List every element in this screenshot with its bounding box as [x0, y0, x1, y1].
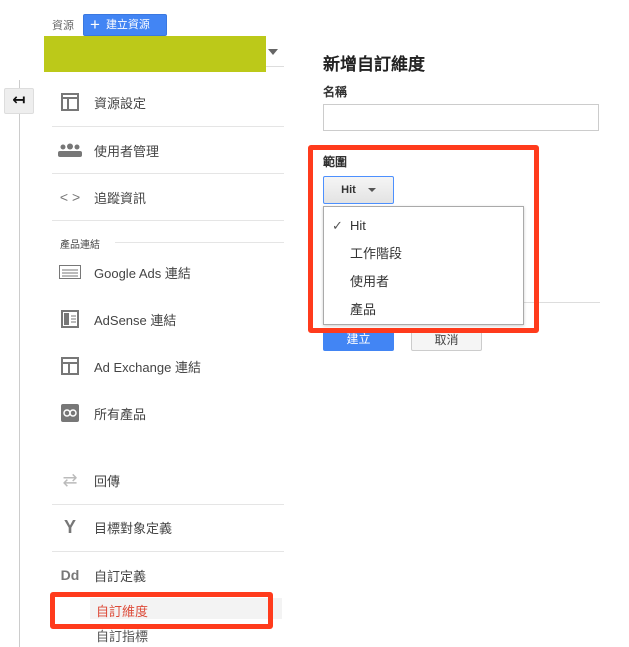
code-icon: < > [59, 189, 81, 205]
option-label: 產品 [350, 302, 377, 317]
scope-dropdown[interactable]: Hit [323, 176, 394, 204]
sidebar-item-tracking-info[interactable]: < > 追蹤資訊 [52, 174, 284, 220]
scope-label: 範圍 [323, 155, 348, 169]
scope-menu: ✓ Hit 工作階段 使用者 產品 [323, 206, 524, 325]
sidebar-item-user-management[interactable]: 使用者管理 [52, 127, 284, 173]
link-icon [52, 404, 88, 422]
divider [52, 220, 284, 221]
label: 自訂定義 [94, 568, 147, 584]
divider [266, 66, 284, 67]
property-selector-redacted[interactable] [44, 36, 266, 72]
page-title: 新增自訂維度 [323, 55, 425, 74]
label: 追蹤資訊 [94, 190, 147, 206]
adsense-icon [52, 310, 88, 328]
scope-option-session[interactable]: 工作階段 [324, 240, 523, 268]
tree-line [19, 80, 20, 647]
create-property-button[interactable]: + 建立資源 [83, 14, 167, 36]
sidebar-subitem-custom-metrics[interactable]: 自訂指標 [96, 626, 148, 645]
name-input[interactable] [323, 104, 599, 131]
label: 資源設定 [94, 95, 147, 111]
postback-icon: ⇄ [62, 469, 78, 490]
create-button[interactable]: 建立 [323, 328, 394, 351]
scope-option-user[interactable]: 使用者 [324, 268, 523, 296]
sidebar-item-ad-exchange[interactable]: Ad Exchange 連結 [52, 343, 284, 389]
chevron-down-icon [367, 188, 376, 192]
sidebar-item-audience[interactable]: Y 目標對象定義 [52, 504, 284, 550]
cancel-button[interactable]: 取消 [411, 328, 482, 351]
label: 回傳 [94, 473, 121, 489]
option-label: 使用者 [350, 274, 390, 289]
back-arrow-icon: ↤ [12, 92, 26, 109]
label: AdSense 連結 [94, 312, 177, 328]
label: Ad Exchange 連結 [94, 359, 201, 375]
scope-option-hit[interactable]: ✓ Hit [324, 212, 523, 240]
audience-fork-icon: Y [63, 516, 76, 537]
scope-selected: Hit [341, 184, 356, 196]
divider [115, 242, 284, 243]
sidebar-item-google-ads[interactable]: Google Ads 連結 [52, 249, 284, 295]
label: Google Ads 連結 [94, 265, 191, 281]
ads-icon [52, 265, 88, 279]
sidebar-item-postback[interactable]: ⇄ 回傳 [52, 457, 284, 503]
option-label: Hit [350, 218, 366, 233]
sidebar-item-all-products[interactable]: 所有產品 [52, 390, 284, 436]
dd-icon: Dd [60, 567, 80, 583]
option-label: 工作階段 [350, 246, 403, 261]
label: 所有產品 [94, 406, 147, 422]
sidebar-subitem-custom-dimensions[interactable]: 自訂維度 [96, 601, 148, 620]
chevron-down-icon[interactable] [268, 49, 278, 55]
adexchange-icon [52, 357, 88, 375]
create-property-label: 建立資源 [105, 19, 150, 31]
scope-option-product[interactable]: 產品 [324, 296, 523, 324]
layout-icon [52, 93, 88, 111]
sidebar-item-adsense[interactable]: AdSense 連結 [52, 296, 284, 342]
property-label: 資源 [52, 20, 74, 32]
name-label: 名稱 [323, 85, 348, 99]
check-icon: ✓ [332, 218, 343, 233]
sidebar-item-property-settings[interactable]: 資源設定 [52, 79, 284, 125]
people-icon [52, 143, 88, 157]
plus-icon: + [90, 15, 100, 34]
label: 使用者管理 [94, 143, 160, 159]
back-button[interactable]: ↤ [4, 88, 34, 114]
label: 目標對象定義 [94, 520, 173, 536]
sidebar-item-custom-definitions[interactable]: Dd 自訂定義 [52, 552, 284, 598]
